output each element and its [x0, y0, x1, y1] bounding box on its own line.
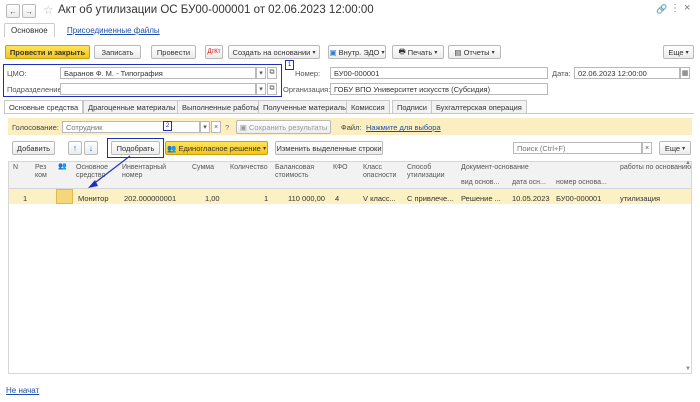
- number-label: Номер:: [295, 69, 321, 78]
- more-button[interactable]: Еще ▾: [663, 45, 694, 59]
- tab-received-materials[interactable]: Полученные материалы: [258, 100, 353, 113]
- col-reserve: Рез ком: [35, 164, 47, 179]
- edo-icon: ▣: [329, 47, 337, 57]
- status-link[interactable]: Не начат: [6, 386, 39, 395]
- cmo-highlight-frame: [3, 64, 282, 97]
- tab-fixed-assets[interactable]: Основные средства: [4, 100, 84, 114]
- save-button[interactable]: Записать: [94, 45, 141, 59]
- unanimous-decision-button[interactable]: 👥 Единогласное решение ▾: [165, 141, 268, 155]
- scroll-down-arrow-icon[interactable]: ▼: [685, 366, 691, 372]
- voting-dropdown-icon[interactable]: ▾: [200, 121, 210, 133]
- printer-icon: 🖶: [398, 46, 406, 56]
- tab-precious-materials[interactable]: Драгоценные материалы: [83, 100, 181, 113]
- reports-label: Отчеты: [463, 47, 490, 57]
- save-results-icon: ▣: [239, 122, 247, 132]
- date-label: Дата:: [552, 69, 571, 78]
- voting-employee-input[interactable]: [62, 121, 200, 133]
- save-results-label: Сохранить результаты: [248, 122, 328, 132]
- add-button[interactable]: Добавить: [12, 141, 55, 155]
- unanimous-label: Единогласное решение: [178, 143, 261, 153]
- chevron-down-icon: ▾: [491, 49, 495, 56]
- print-button[interactable]: 🖶 Печать ▾: [392, 45, 444, 59]
- window-title: Акт об утилизации ОС БУ00-000001 от 02.0…: [58, 4, 374, 16]
- scroll-up-arrow-icon[interactable]: ▲: [685, 160, 691, 166]
- change-rows-button[interactable]: Изменить выделенные строки: [275, 141, 383, 155]
- col-doc-number: номер основа...: [556, 179, 607, 186]
- chevron-down-icon: ▾: [381, 49, 385, 56]
- link-icon[interactable]: 🔗: [656, 4, 667, 15]
- col-qty: Количество: [230, 164, 268, 171]
- col-danger: Класс опасности: [363, 164, 397, 179]
- voting-clear-icon[interactable]: ×: [211, 121, 221, 133]
- col-kfo: КФО: [333, 164, 348, 171]
- col-works: работы по основанию: [620, 164, 692, 171]
- print-label: Печать: [407, 47, 433, 57]
- reports-button[interactable]: ▤ Отчеты ▾: [448, 45, 501, 59]
- chevron-down-icon: ▾: [685, 49, 689, 56]
- post-and-close-button[interactable]: Провести и закрыть: [5, 45, 90, 59]
- more-label: Еще: [668, 47, 684, 57]
- voting-help-icon[interactable]: ?: [225, 123, 229, 132]
- marker-2: 2: [163, 121, 172, 131]
- date-field[interactable]: 02.06.2023 12:00:00: [574, 67, 680, 79]
- col-method: Способ утилизации: [407, 164, 445, 179]
- create-based-on-button[interactable]: Создать на основании ▾: [228, 45, 320, 59]
- number-field[interactable]: БУ00-000001: [330, 67, 548, 79]
- search-input[interactable]: [513, 142, 642, 154]
- debit-credit-button[interactable]: ДтКт: [205, 45, 223, 59]
- file-label: Файл:: [341, 123, 362, 132]
- col-doc-date: дата осн...: [512, 179, 546, 186]
- col-doc-type: вид основ...: [461, 179, 500, 186]
- col-people-icon: 👥: [58, 163, 67, 170]
- people-icon: 👥: [167, 143, 177, 153]
- annotation-arrow: [88, 155, 131, 188]
- voting-label: Голосование:: [12, 123, 59, 132]
- col-sum: Сумма: [192, 164, 214, 171]
- table-more-button[interactable]: Еще ▾: [659, 141, 691, 155]
- tab-main[interactable]: Основное: [4, 23, 55, 37]
- col-doc-base: Документ-основание: [461, 164, 529, 171]
- table-more-label: Еще: [664, 143, 681, 153]
- chevron-down-icon: ▾: [682, 145, 686, 152]
- back-button[interactable]: ←: [6, 4, 20, 18]
- create-based-on-label: Создать на основании: [232, 47, 311, 57]
- chevron-down-icon: ▾: [434, 49, 438, 56]
- tabs-divider: [4, 113, 694, 114]
- post-button[interactable]: Провести: [151, 45, 196, 59]
- menu-dots-icon[interactable]: ⋮: [670, 3, 680, 14]
- internal-edo-button[interactable]: ▣ Внутр. ЭДО ▾: [328, 45, 386, 59]
- search-clear-icon[interactable]: ×: [642, 142, 652, 154]
- org-label: Организация:: [283, 85, 331, 94]
- col-balance: Балансовая стоимость: [275, 164, 315, 179]
- calendar-icon[interactable]: ▦: [680, 67, 690, 79]
- save-results-button[interactable]: ▣ Сохранить результаты: [236, 120, 331, 134]
- chevron-down-icon: ▾: [262, 145, 266, 152]
- tab-completed-works[interactable]: Выполненные работы: [177, 100, 264, 113]
- edo-label: Внутр. ЭДО: [338, 47, 380, 57]
- org-field[interactable]: ГОБУ ВПО Университет искусств (Субсидия): [330, 83, 548, 95]
- tab-attached-files[interactable]: Присоединенные файлы: [67, 26, 160, 35]
- close-icon[interactable]: ×: [684, 2, 690, 14]
- favorite-star-icon[interactable]: ☆: [43, 3, 54, 17]
- forward-button[interactable]: →: [22, 4, 36, 18]
- marker-1: 1: [285, 60, 294, 70]
- tab-accounting-operation[interactable]: Бухгалтерская операция: [431, 100, 527, 113]
- reports-icon: ▤: [454, 47, 462, 57]
- table-body-frame: [8, 189, 692, 374]
- file-select-link[interactable]: Нажмите для выбора: [366, 123, 441, 132]
- tab-signatures[interactable]: Подписи: [392, 100, 432, 113]
- chevron-down-icon: ▾: [312, 49, 316, 56]
- col-n: N: [13, 164, 19, 171]
- tab-commission[interactable]: Комиссия: [346, 100, 390, 113]
